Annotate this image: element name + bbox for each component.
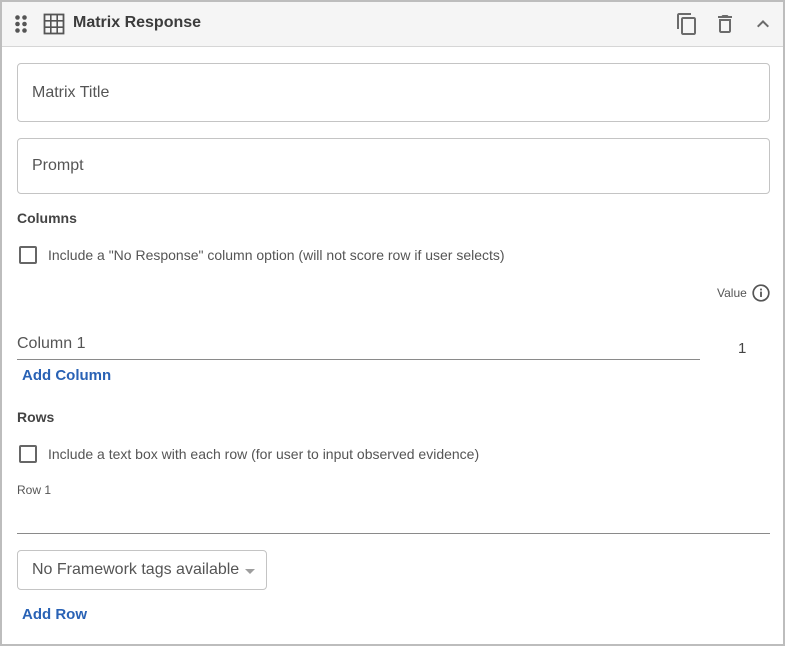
framework-tags-value: No Framework tags available <box>32 561 240 578</box>
value-column-header: Value <box>717 286 747 300</box>
delete-icon <box>718 15 732 33</box>
text-box-checkbox-label: Include a text box with each row (for us… <box>48 446 480 462</box>
column-1-label: Column 1 <box>17 335 86 352</box>
no-response-checkbox-label: Include a "No Response" column option (w… <box>48 247 505 263</box>
matrix-title-field[interactable]: Matrix Title <box>17 63 770 122</box>
row-1-input[interactable] <box>17 502 770 534</box>
column-1-input[interactable]: Column 1 <box>17 332 700 360</box>
copy-icon <box>677 13 696 35</box>
card-title: Matrix Response <box>73 14 202 31</box>
columns-section-label: Columns <box>17 210 77 226</box>
column-1-value[interactable]: 1 <box>738 340 746 357</box>
delete-button[interactable] <box>713 12 737 36</box>
add-column-button[interactable]: Add Column <box>22 367 111 384</box>
caret-down-icon <box>245 568 256 574</box>
framework-tags-select[interactable]: No Framework tags available <box>17 550 267 590</box>
matrix-response-card: Matrix Response Matrix Title Prompt Colu… <box>0 0 785 646</box>
prompt-field[interactable]: Prompt <box>17 138 770 194</box>
drag-handle-icon[interactable] <box>14 14 28 34</box>
add-row-button[interactable]: Add Row <box>22 606 87 623</box>
no-response-checkbox[interactable] <box>19 246 37 264</box>
prompt-placeholder: Prompt <box>32 157 84 174</box>
card-header: Matrix Response <box>2 2 783 47</box>
grid-icon <box>43 13 65 35</box>
copy-button[interactable] <box>675 12 699 36</box>
text-box-checkbox[interactable] <box>19 445 37 463</box>
collapse-button[interactable] <box>751 12 775 36</box>
chevron-up-icon <box>757 20 769 28</box>
info-icon[interactable] <box>751 283 771 303</box>
matrix-title-placeholder: Matrix Title <box>32 83 110 101</box>
rows-section-label: Rows <box>17 409 55 425</box>
row-1-label: Row 1 <box>17 483 52 497</box>
